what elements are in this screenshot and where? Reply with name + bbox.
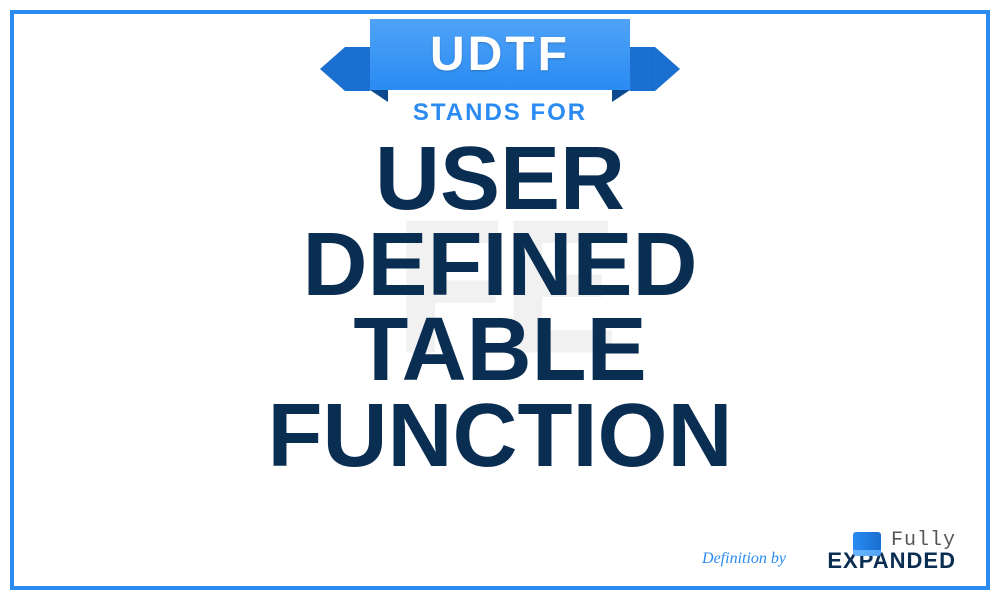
card-frame: FE UDTF STANDS FOR USER DEFINED TABLE FU… [10,10,990,590]
definition-by-label: Definition by [702,550,786,568]
ribbon-tail-right [655,47,680,91]
brand-book-icon [853,532,881,550]
ribbon-main: UDTF [370,19,630,90]
ribbon-fold-right [612,90,630,102]
brand-bottom-text: EXPANDED [827,548,956,574]
ribbon-banner: UDTF [370,19,630,90]
definition-text: USER DEFINED TABLE FUNCTION [14,137,986,479]
brand-logo: Fully EXPANDED [827,529,956,574]
ribbon-fold-left [370,90,388,102]
acronym-text: UDTF [430,27,570,82]
ribbon-tail-left [320,47,345,91]
content-area: STANDS FOR USER DEFINED TABLE FUNCTION [14,99,986,479]
stands-for-label: STANDS FOR [14,99,986,127]
